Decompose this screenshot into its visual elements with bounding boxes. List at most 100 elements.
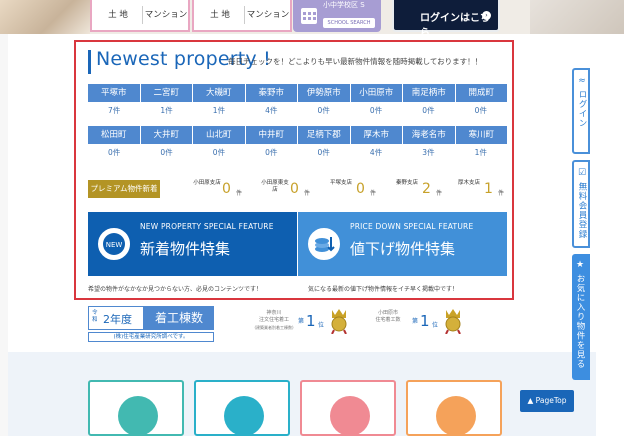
branch-count: 0 [356,181,365,197]
area-count[interactable]: 0件 [193,144,245,162]
category-tile-3[interactable] [300,380,396,436]
area-header-row: 松田町 大井町 山北町 中井町 足柄下郡 厚木市 海老名市 寒川町 [88,126,507,144]
area-count[interactable]: 3件 [402,144,454,162]
area-grid-row-1: 平塚市 二宮町 大磯町 秦野市 伊勢原市 小田原市 南足柄市 開成町 7件 1件… [88,84,507,120]
side-login-tab[interactable]: ≈ ログイン [572,68,590,154]
search-card-2[interactable]: 土 地 マンション [192,0,292,32]
area-count[interactable]: 1件 [455,144,507,162]
price-down-feature-banner[interactable]: PRICE DOWN SPECIAL FEATURE 値下げ物件特集 [298,212,507,276]
area-link[interactable]: 秦野市 [245,84,297,102]
area-count[interactable]: 0件 [298,144,350,162]
branch-count: 2 [422,181,431,197]
area-link[interactable]: 寒川町 [455,126,507,144]
area-link[interactable]: 南足柄市 [403,84,455,102]
rank-suffix: 位 [318,322,325,329]
area-count[interactable]: 1件 [140,102,192,120]
star-icon: ★ [575,260,585,270]
area-count[interactable]: 0件 [140,144,192,162]
rank-category: 注文住宅着工 [258,317,289,323]
family-icon [436,396,476,436]
newest-subtitle: 毎日チェックを！どこよりも早い最新物件情報を随時掲載しております！！ [228,57,483,66]
feature-en-label: NEW PROPERTY SPECIAL FEATURE [140,222,274,231]
page-top-label: PageTop [535,396,567,405]
area-count[interactable]: 0件 [88,144,140,162]
side-favorites-tab[interactable]: ★ お気に入り物件を見る [572,254,590,380]
area-count[interactable]: 0件 [245,144,297,162]
area-header-row: 平塚市 二宮町 大磯町 秦野市 伊勢原市 小田原市 南足柄市 開成町 [88,84,507,102]
area-count[interactable]: 0件 [350,102,402,120]
rank-label: 神奈川 注文住宅着工 (建築業者別着工棟数) [250,310,298,331]
crown-medal-icon [331,309,347,334]
area-link[interactable]: 伊勢原市 [298,84,350,102]
login-logo-icon: ≈ [578,76,586,86]
branch-name: 小田原支店 [193,180,221,186]
area-link[interactable]: 二宮町 [140,84,192,102]
price-down-caption: 気になる最新の値下げ物件情報をイチ早く掲載中です！ [308,286,459,293]
branch-unit: 件 [370,190,377,197]
area-link[interactable]: 松田町 [88,126,140,144]
feature-ja-label: 新着物件特集 [140,240,231,258]
branch-unit: 件 [304,190,311,197]
area-count-row: 0件 0件 0件 0件 0件 4件 3件 1件 [88,144,507,162]
category-tile-4[interactable] [406,380,502,436]
search-card-1[interactable]: 土 地 マンション [90,0,190,32]
branch-name: 厚木支店 [457,180,480,186]
area-link[interactable]: 開成町 [455,84,507,102]
area-count[interactable]: 0件 [455,102,507,120]
rank-label: 小田原市 住宅着工数 [364,310,412,324]
new-property-feature-banner[interactable]: NEW NEW PROPERTY SPECIAL FEATURE 新着物件特集 [88,212,297,276]
area-count[interactable]: 4件 [350,144,402,162]
area-link[interactable]: 山北町 [193,126,245,144]
construction-count-banner[interactable]: 令和 2年度 着工棟数 (株)住宅産業研究所調べです。 [88,306,214,342]
rank-note: (建築業者別着工棟数) [254,325,294,330]
new-badge-text: NEW [106,241,123,249]
rank-prefix: 第 [298,318,305,325]
area-link[interactable]: 厚木市 [350,126,402,144]
area-link[interactable]: 小田原市 [350,84,402,102]
area-count[interactable]: 1件 [193,102,245,120]
rank-number: 1 [306,312,316,330]
branch-name: 秦野支店 [395,180,418,186]
card-land-link[interactable]: 土 地 [92,8,144,20]
branch-unit: 件 [236,190,243,197]
rank-banner-odawara[interactable]: 小田原市 住宅着工数 第 1 位 [364,306,464,342]
side-free-register-tab[interactable]: ☑ 無料会員登録 [572,160,590,248]
area-link[interactable]: 大磯町 [193,84,245,102]
branch-count: 0 [222,181,231,197]
category-tile-2[interactable] [194,380,290,436]
fiscal-year-box: 令和 2年度 [88,306,144,330]
feature-en-label: PRICE DOWN SPECIAL FEATURE [350,222,474,231]
area-count[interactable]: 7件 [88,102,140,120]
era-label: 令和 [92,310,98,323]
area-link[interactable]: 中井町 [245,126,297,144]
area-link[interactable]: 大井町 [140,126,192,144]
school-search-button[interactable]: 小中学校区 S SCHOOL SEARCH [293,0,381,32]
newest-property-panel: Newest property ! 毎日チェックを！どこよりも早い最新物件情報を… [74,40,514,300]
card-mansion-link[interactable]: マンション [242,8,294,20]
area-count[interactable]: 4件 [245,102,297,120]
category-tile-1[interactable] [88,380,184,436]
page-top-button[interactable]: ▲ PageTop [520,390,574,412]
side-free-register-label: 無料会員登録 [577,182,587,239]
side-favorites-label: お気に入り物件を見る [575,274,585,369]
new-badge-icon: NEW [96,226,132,262]
login-button[interactable]: ログインはこちら › [392,0,500,34]
area-link[interactable]: 平塚市 [88,84,140,102]
card-land-link[interactable]: 土 地 [194,8,246,20]
card-mansion-link[interactable]: マンション [140,8,192,20]
branch-name: 平塚支店 [329,180,352,186]
branch-count: 0 [290,181,299,197]
rank-suffix: 位 [432,322,439,329]
side-login-label: ログイン [577,90,587,128]
area-count[interactable]: 0件 [298,102,350,120]
area-count[interactable]: 0件 [402,102,454,120]
coin-stack-icon [306,226,342,262]
premium-label: プレミアム物件新着情報 [88,180,160,211]
area-link[interactable]: 海老名市 [403,126,455,144]
area-link[interactable]: 足柄下郡 [298,126,350,144]
rank-category: 住宅着工数 [375,317,401,323]
rank-banner-kanagawa[interactable]: 神奈川 注文住宅着工 (建築業者別着工棟数) 第 1 位 [250,306,350,342]
area-count-row: 7件 1件 1件 4件 0件 0件 0件 0件 [88,102,507,120]
feature-ja-label: 値下げ物件特集 [350,240,456,258]
right-rail [596,34,624,436]
